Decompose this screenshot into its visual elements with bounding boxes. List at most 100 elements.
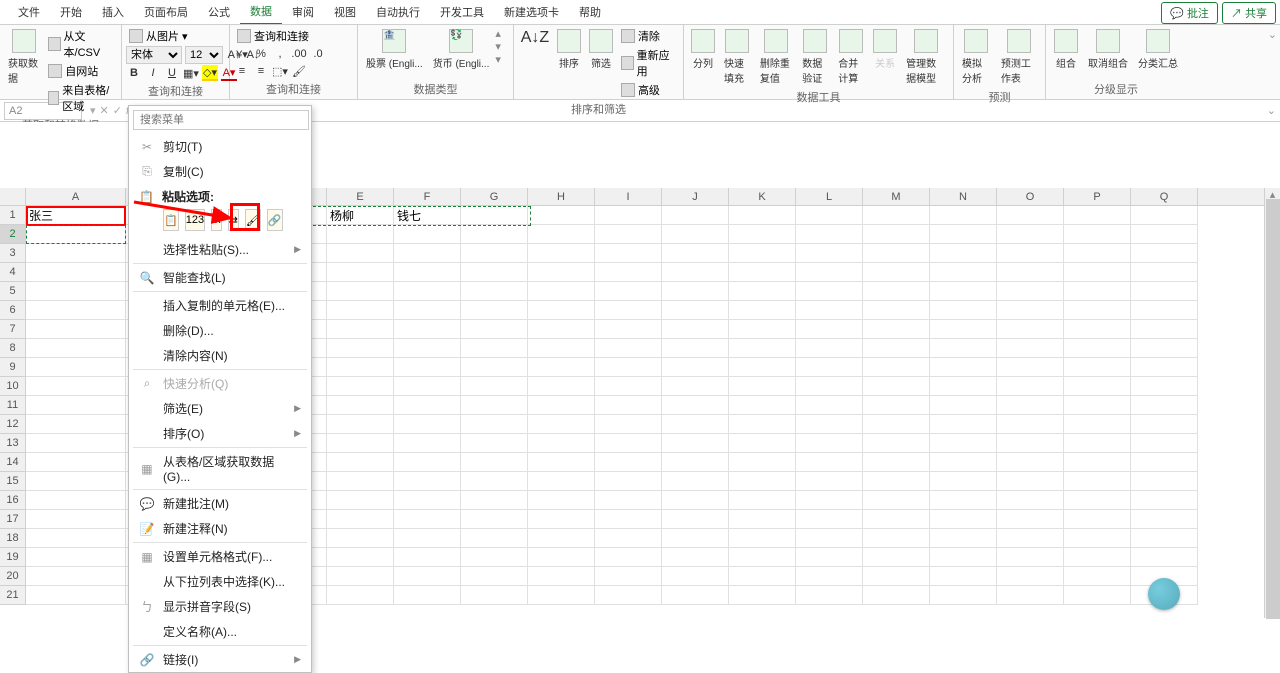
cell-F7[interactable] (394, 320, 461, 339)
cell-Q11[interactable] (1131, 396, 1198, 415)
cell-J10[interactable] (662, 377, 729, 396)
cm-filter[interactable]: 筛选(E)▶ (129, 396, 311, 421)
cell-I5[interactable] (595, 282, 662, 301)
cell-O19[interactable] (997, 548, 1064, 567)
cell-P3[interactable] (1064, 244, 1131, 263)
cell-I21[interactable] (595, 586, 662, 605)
cell-O18[interactable] (997, 529, 1064, 548)
cell-G12[interactable] (461, 415, 528, 434)
cell-H21[interactable] (528, 586, 595, 605)
cell-N14[interactable] (930, 453, 997, 472)
row-header-19[interactable]: 19 (0, 548, 25, 567)
cell-E2[interactable] (327, 225, 394, 244)
clear-filter-button[interactable]: 清除 (618, 27, 679, 45)
paste-option-values[interactable]: 123 (185, 209, 205, 231)
cell-E19[interactable] (327, 548, 394, 567)
increase-decimal-button[interactable]: .00 (291, 46, 307, 62)
datatype-more-icon[interactable]: ▾ (495, 53, 501, 66)
col-header-M[interactable]: M (863, 188, 930, 205)
what-if-button[interactable]: 模拟分析 (958, 27, 995, 87)
cell-P2[interactable] (1064, 225, 1131, 244)
cm-link[interactable]: 🔗链接(I)▶ (129, 647, 311, 672)
cell-N1[interactable] (930, 206, 997, 225)
cell-H13[interactable] (528, 434, 595, 453)
cell-L20[interactable] (796, 567, 863, 586)
cell-O6[interactable] (997, 301, 1064, 320)
cell-G10[interactable] (461, 377, 528, 396)
cell-K12[interactable] (729, 415, 796, 434)
cell-H7[interactable] (528, 320, 595, 339)
cell-N2[interactable] (930, 225, 997, 244)
scrollbar-thumb[interactable] (1266, 199, 1280, 619)
cell-N8[interactable] (930, 339, 997, 358)
ungroup-button[interactable]: 取消组合 (1084, 27, 1132, 72)
cell-Q19[interactable] (1131, 548, 1198, 567)
cell-E20[interactable] (327, 567, 394, 586)
cm-get-from-range[interactable]: ▦从表格/区域获取数据(G)... (129, 449, 311, 488)
cell-O17[interactable] (997, 510, 1064, 529)
cell-P14[interactable] (1064, 453, 1131, 472)
cell-Q9[interactable] (1131, 358, 1198, 377)
cell-N3[interactable] (930, 244, 997, 263)
cell-N5[interactable] (930, 282, 997, 301)
cell-E6[interactable] (327, 301, 394, 320)
cell-J19[interactable] (662, 548, 729, 567)
cell-M1[interactable] (863, 206, 930, 225)
cell-I13[interactable] (595, 434, 662, 453)
cell-H4[interactable] (528, 263, 595, 282)
cell-A3[interactable] (26, 244, 126, 263)
cell-J7[interactable] (662, 320, 729, 339)
cell-Q7[interactable] (1131, 320, 1198, 339)
cell-F16[interactable] (394, 491, 461, 510)
remove-dup-button[interactable]: 删除重复值 (756, 27, 796, 87)
col-header-J[interactable]: J (662, 188, 729, 205)
forecast-sheet-button[interactable]: 预测工作表 (997, 27, 1041, 87)
formula-bar-expand-icon[interactable]: ⌄ (1267, 104, 1276, 117)
percent-button[interactable]: % (253, 46, 269, 62)
cell-N17[interactable] (930, 510, 997, 529)
row-header-15[interactable]: 15 (0, 472, 25, 491)
cell-H17[interactable] (528, 510, 595, 529)
cell-G4[interactable] (461, 263, 528, 282)
cell-G15[interactable] (461, 472, 528, 491)
cell-I10[interactable] (595, 377, 662, 396)
cell-L19[interactable] (796, 548, 863, 567)
cell-Q1[interactable] (1131, 206, 1198, 225)
get-data-button[interactable]: 获取数据 (4, 27, 43, 87)
cell-G21[interactable] (461, 586, 528, 605)
row-header-3[interactable]: 3 (0, 244, 25, 263)
cell-K15[interactable] (729, 472, 796, 491)
cell-I9[interactable] (595, 358, 662, 377)
cell-F1[interactable]: 钱七 (394, 206, 461, 225)
cell-J16[interactable] (662, 491, 729, 510)
cell-H5[interactable] (528, 282, 595, 301)
cell-I8[interactable] (595, 339, 662, 358)
cell-O21[interactable] (997, 586, 1064, 605)
row-header-5[interactable]: 5 (0, 282, 25, 301)
cell-A10[interactable] (26, 377, 126, 396)
cell-L9[interactable] (796, 358, 863, 377)
cell-O9[interactable] (997, 358, 1064, 377)
cell-P20[interactable] (1064, 567, 1131, 586)
cell-H19[interactable] (528, 548, 595, 567)
group-button[interactable]: 组合 (1050, 27, 1082, 72)
cell-P8[interactable] (1064, 339, 1131, 358)
data-valid-button[interactable]: 数据验证 (798, 27, 832, 87)
cell-A14[interactable] (26, 453, 126, 472)
cell-H18[interactable] (528, 529, 595, 548)
datatype-up-icon[interactable]: ▴ (495, 27, 501, 40)
cell-A5[interactable] (26, 282, 126, 301)
cell-J5[interactable] (662, 282, 729, 301)
cell-N20[interactable] (930, 567, 997, 586)
cell-E3[interactable] (327, 244, 394, 263)
cell-P7[interactable] (1064, 320, 1131, 339)
cell-O5[interactable] (997, 282, 1064, 301)
context-search-input[interactable] (133, 110, 309, 130)
cell-O3[interactable] (997, 244, 1064, 263)
cell-L16[interactable] (796, 491, 863, 510)
tab-insert[interactable]: 插入 (92, 0, 134, 24)
cell-F19[interactable] (394, 548, 461, 567)
cell-M2[interactable] (863, 225, 930, 244)
currency-datatype-button[interactable]: 💱 货币 (Engli... (429, 27, 494, 72)
cm-clear[interactable]: 清除内容(N) (129, 343, 311, 368)
